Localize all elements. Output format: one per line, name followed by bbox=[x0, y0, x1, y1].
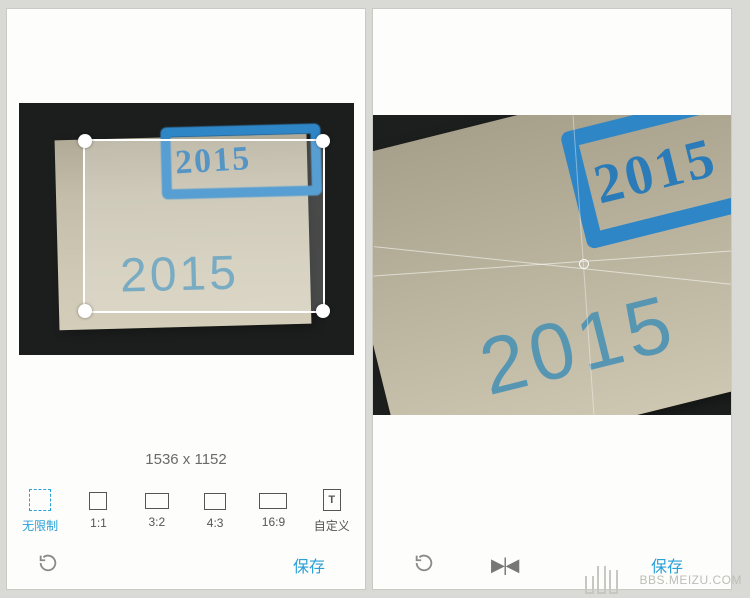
crop-handle-top-left[interactable] bbox=[78, 134, 92, 148]
rotate-ccw-icon bbox=[413, 552, 435, 574]
aspect-ratio-bar: 无限制 1:1 3:2 4:3 16:9 自定义 bbox=[7, 481, 365, 541]
save-button[interactable]: 保存 bbox=[293, 553, 325, 577]
straighten-photo-canvas[interactable]: 2015 2015 bbox=[373, 115, 732, 415]
crop-screen: 2015 2015 1536 x 1152 无限制 1:1 3:2 bbox=[6, 8, 366, 590]
rotate-ccw-icon bbox=[37, 552, 59, 574]
ratio-option-16-9[interactable]: 16:9 bbox=[245, 493, 301, 529]
ratio-label: 16:9 bbox=[262, 515, 285, 529]
crop-bottom-bar: 保存 bbox=[7, 541, 365, 589]
ratio-custom-icon bbox=[323, 489, 341, 511]
crop-dimensions-label: 1536 x 1152 bbox=[7, 451, 365, 468]
ratio-option-3-2[interactable]: 3:2 bbox=[129, 493, 185, 529]
ratio-3-2-icon bbox=[145, 493, 169, 509]
ratio-label: 3:2 bbox=[148, 515, 165, 529]
crop-handle-bottom-right[interactable] bbox=[316, 304, 330, 318]
flip-horizontal-button[interactable]: ▶|◀ bbox=[491, 555, 517, 576]
ratio-free-icon bbox=[29, 489, 51, 511]
ratio-label: 1:1 bbox=[90, 516, 107, 530]
ratio-4-3-icon bbox=[204, 493, 226, 510]
crop-selection[interactable] bbox=[85, 141, 323, 311]
ratio-option-4-3[interactable]: 4:3 bbox=[187, 493, 243, 530]
comparison-stage: 2015 2015 1536 x 1152 无限制 1:1 3:2 bbox=[0, 0, 750, 598]
undo-rotate-button[interactable] bbox=[413, 552, 435, 579]
ratio-option-custom[interactable]: 自定义 bbox=[304, 489, 360, 534]
watermark-logo-icon bbox=[585, 566, 633, 596]
crop-handle-bottom-left[interactable] bbox=[78, 304, 92, 318]
ratio-label: 4:3 bbox=[207, 516, 224, 530]
ratio-1-1-icon bbox=[89, 492, 107, 510]
undo-rotate-button[interactable] bbox=[37, 552, 59, 579]
photo-subject-card: 2015 2015 bbox=[373, 115, 732, 415]
ratio-option-1-1[interactable]: 1:1 bbox=[70, 492, 126, 530]
crop-handle-top-right[interactable] bbox=[316, 134, 330, 148]
printed-year-text: 2015 bbox=[471, 277, 685, 414]
ratio-label: 无限制 bbox=[22, 517, 58, 534]
ratio-option-free[interactable]: 无限制 bbox=[12, 489, 68, 534]
ratio-16-9-icon bbox=[259, 493, 287, 509]
watermark-text: BBS.MEIZU.COM bbox=[639, 573, 742, 587]
rotated-photo: 2015 2015 bbox=[373, 115, 732, 415]
ratio-label: 自定义 bbox=[314, 517, 350, 534]
source-watermark: BBS.MEIZU.COM bbox=[585, 566, 742, 596]
straighten-screen: 2015 2015 ▶|◀ 保存 bbox=[372, 8, 732, 590]
